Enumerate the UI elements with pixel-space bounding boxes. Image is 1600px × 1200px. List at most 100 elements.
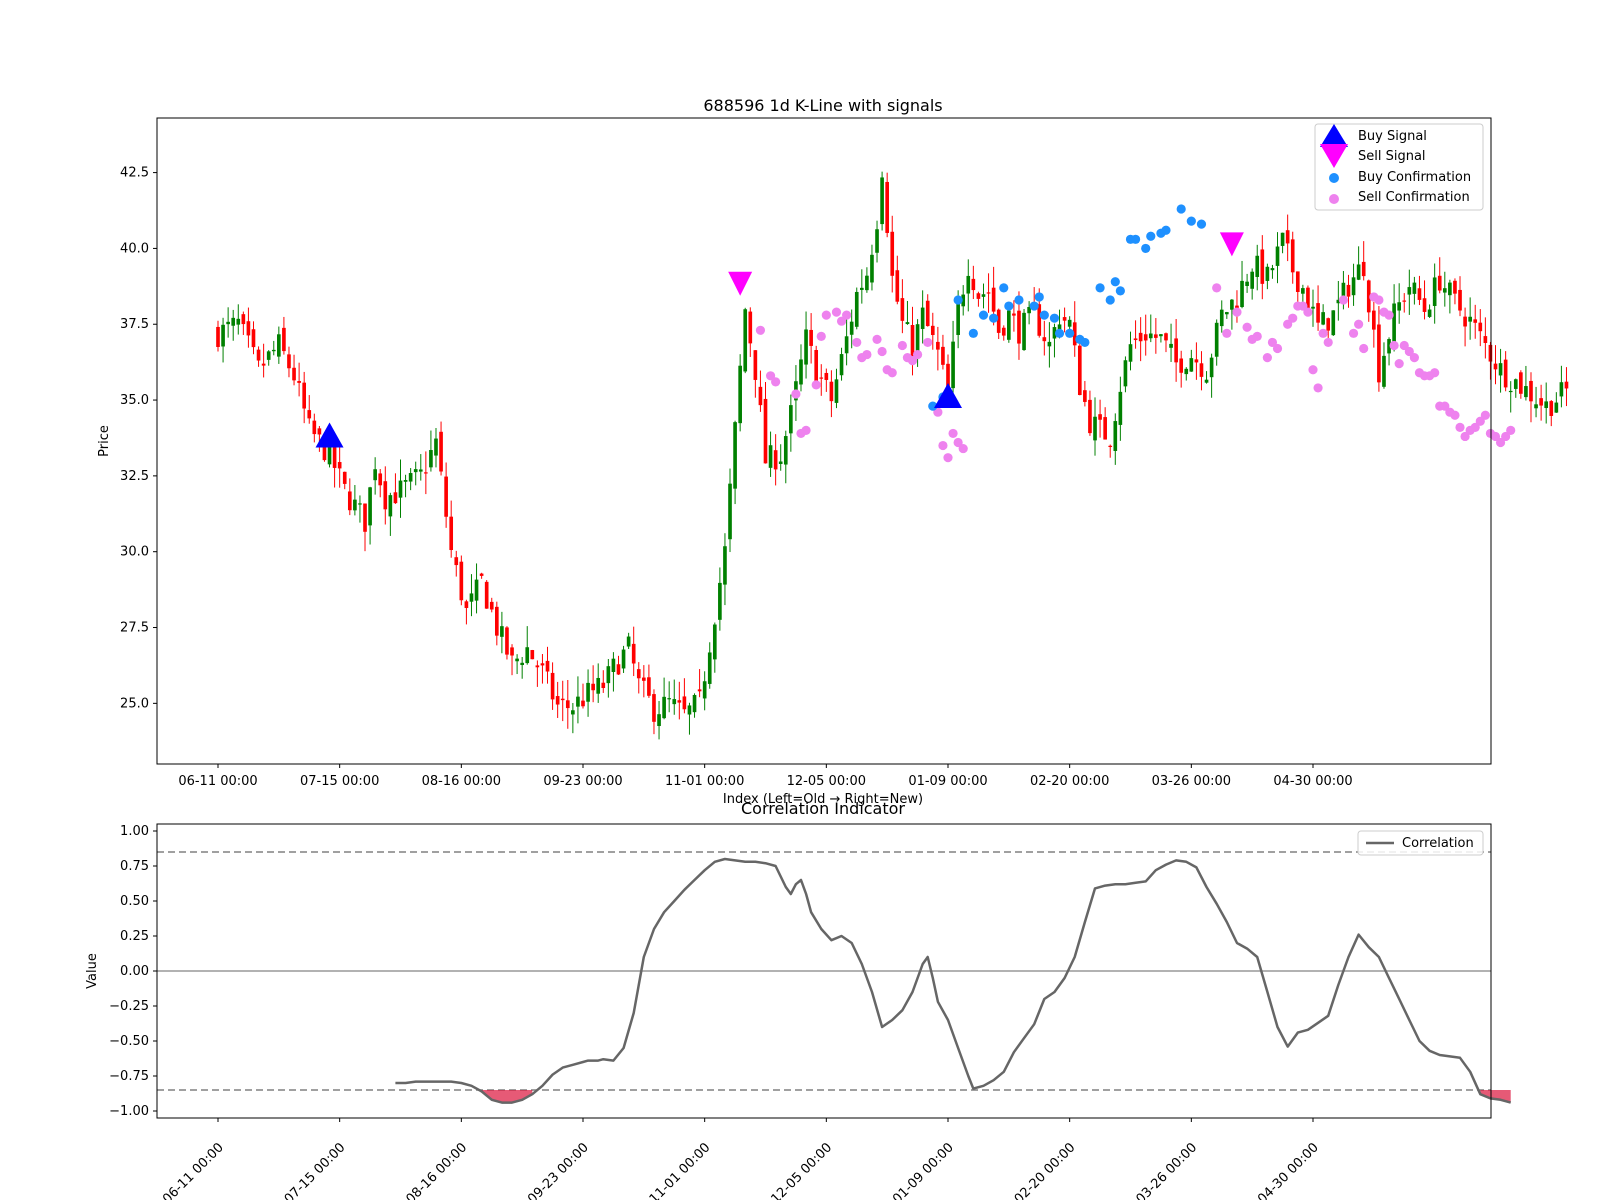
sell-confirmation-point: [1288, 313, 1298, 323]
candle-down: [682, 696, 687, 710]
candle-down: [986, 292, 991, 294]
candle-up: [728, 483, 732, 540]
sell-confirmation-point: [1262, 352, 1272, 363]
sell-confirmation-point: [1303, 307, 1313, 317]
candle-down: [1549, 401, 1554, 416]
kline-x-tick-label: 06-11 00:00: [178, 774, 257, 789]
candle-down: [642, 677, 646, 681]
candle-up: [1159, 334, 1163, 337]
candle-up: [621, 649, 626, 669]
candle-up: [1331, 310, 1336, 336]
candle-up: [1007, 310, 1011, 340]
sell-confirmation-point: [1480, 410, 1490, 420]
candle-down: [636, 669, 641, 679]
candle-up: [611, 658, 616, 672]
candle-up: [1118, 391, 1123, 425]
candle-down: [819, 377, 824, 379]
candle-up: [1255, 255, 1260, 277]
candle-down: [1199, 363, 1204, 377]
candle-down: [1488, 344, 1493, 362]
correlation-x-tick-label: 07-15 00:00: [282, 1140, 349, 1200]
correlation-x-tick-label: 02-20 00:00: [1012, 1140, 1079, 1200]
correlation-series-line: [395, 857, 1512, 1104]
candle-up: [1057, 324, 1062, 330]
candle-up: [1513, 379, 1518, 389]
correlation-x-tick-label: 01-09 00:00: [890, 1140, 957, 1200]
candle-up: [403, 480, 408, 482]
candle-up: [571, 710, 575, 715]
sell-confirmation-point: [801, 425, 811, 435]
candle-down: [1143, 334, 1148, 341]
sell-confirmation-point: [1394, 359, 1404, 369]
buy-confirmation-point: [1054, 328, 1065, 338]
correlation-y-axis: −1.00 −0.75 −0.50 −0.25 0.00 0.25 0.50 0.75 1.00: [109, 824, 157, 1119]
candle-up: [1184, 368, 1189, 375]
candle-up: [1559, 382, 1564, 397]
candle-up: [702, 681, 707, 699]
candle-down: [1103, 417, 1107, 440]
candle-up: [834, 379, 839, 403]
kline-x-tick-label: 12-05 00:00: [787, 774, 866, 789]
candle-down: [216, 326, 220, 347]
buy-confirmation-point: [1095, 283, 1105, 293]
candle-up: [1270, 268, 1275, 271]
kline-y-tick-label: 32.5: [120, 469, 149, 484]
legend-sell-signal-label: Sell Signal: [1358, 149, 1426, 164]
candle-down: [652, 694, 656, 722]
candle-up: [520, 662, 524, 666]
correlation-x-tick-label: 09-23 00:00: [525, 1140, 592, 1200]
candle-up: [1397, 302, 1402, 311]
buy-confirmation-point: [1080, 337, 1090, 348]
candle-down: [1529, 380, 1533, 402]
sell-confirmation-point: [912, 349, 923, 360]
candle-down: [241, 314, 246, 325]
sell-confirmation-point: [1450, 410, 1460, 420]
kline-plot-area: [216, 171, 1569, 740]
sell-confirmation-point: [943, 453, 953, 463]
candle-down: [317, 428, 322, 435]
candle-down: [494, 606, 499, 636]
correlation-y-tick-label: 0.75: [120, 859, 149, 874]
buy-confirmation-point: [968, 328, 978, 338]
sell-confirmation-point: [1272, 343, 1283, 354]
candle-down: [1108, 445, 1113, 447]
candle-down: [631, 643, 636, 664]
candle-up: [1067, 319, 1072, 327]
buy-confirmation-point: [1186, 216, 1196, 226]
candle-down: [824, 372, 829, 380]
candle-down: [1503, 359, 1508, 388]
sell-confirmation-point: [821, 310, 831, 320]
sell-confirmation-point: [771, 377, 781, 387]
candle-down: [753, 350, 758, 380]
candle-up: [1219, 309, 1224, 327]
sell-confirmation-point: [1338, 295, 1349, 305]
buy-confirmation-point: [1039, 310, 1049, 320]
candle-down: [251, 329, 256, 348]
candle-down: [1372, 310, 1376, 330]
sell-confirmation-point: [897, 340, 907, 351]
candle-down: [489, 601, 494, 610]
buy-confirmation-point: [1196, 219, 1207, 229]
candle-down: [996, 309, 1001, 333]
candle-down: [302, 382, 307, 409]
candle-down: [1473, 319, 1478, 323]
candle-down: [1174, 338, 1178, 363]
sell-signal-marker: [1219, 232, 1244, 257]
candle-up: [500, 626, 504, 637]
sell-confirmation-point: [1389, 340, 1399, 351]
candle-down: [1133, 338, 1138, 341]
candle-up: [1524, 386, 1528, 398]
buy-confirmation-point: [978, 310, 989, 320]
sell-confirmation-point: [958, 443, 968, 454]
candle-down: [454, 557, 459, 566]
candle-up: [707, 652, 712, 684]
sell-confirmation-point: [831, 307, 842, 317]
candle-down: [550, 672, 555, 700]
candle-up: [418, 469, 423, 472]
candle-down: [535, 665, 540, 668]
candle-down: [758, 386, 763, 406]
sell-confirmation-point: [1430, 368, 1440, 378]
candle-up: [692, 694, 697, 713]
candle-up: [226, 321, 230, 325]
candle-down: [601, 682, 606, 689]
